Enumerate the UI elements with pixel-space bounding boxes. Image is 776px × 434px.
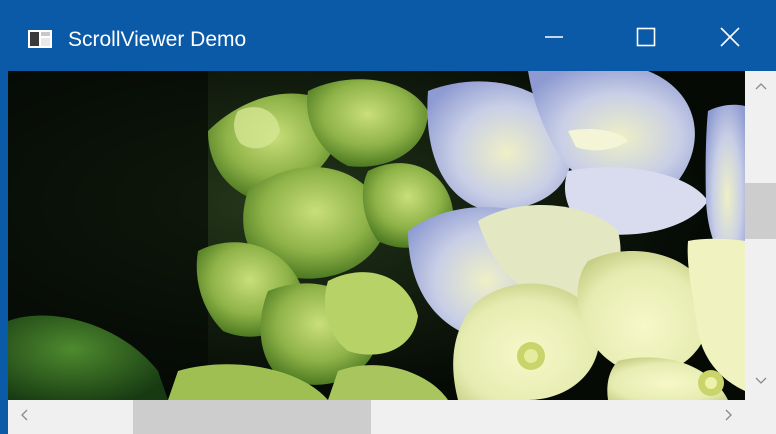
scroll-left-button[interactable] [8,400,42,434]
chevron-left-icon [19,408,31,426]
vertical-scroll-thumb[interactable] [745,183,776,239]
window-app-icon [28,30,52,48]
minimize-button[interactable] [508,8,600,71]
title-bar[interactable]: ScrollViewer Demo [8,8,768,71]
horizontal-scrollbar[interactable] [8,400,745,434]
hydrangea-image [8,71,745,400]
vertical-scrollbar[interactable] [745,71,776,400]
chevron-up-icon [755,79,767,97]
scroll-right-button[interactable] [711,400,745,434]
maximize-button[interactable] [600,8,692,71]
scroll-down-button[interactable] [745,366,776,400]
close-button[interactable] [692,8,768,71]
horizontal-scroll-thumb[interactable] [133,400,371,434]
window-title: ScrollViewer Demo [68,28,247,51]
scrollbar-corner [745,400,776,434]
scroll-viewer-content[interactable] [8,71,745,400]
close-icon [720,27,740,52]
scroll-up-button[interactable] [745,71,776,105]
chevron-down-icon [755,374,767,392]
chevron-right-icon [722,408,734,426]
app-window: ScrollViewer Demo [0,0,776,434]
minimize-icon [544,27,564,52]
maximize-icon [636,27,656,52]
